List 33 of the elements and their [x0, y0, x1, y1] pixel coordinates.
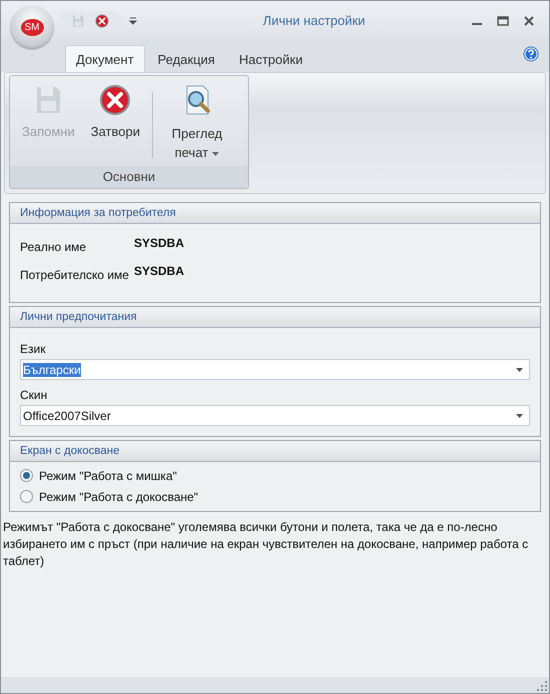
group-label: Основни: [10, 166, 248, 188]
field-label: Реално име: [20, 239, 88, 254]
field-label: Потребителско име: [20, 267, 130, 282]
ribbon-tab[interactable]: Настройки: [228, 45, 314, 72]
field-value: SYSDBA: [134, 236, 184, 252]
dropdown-field[interactable]: Български: [20, 359, 530, 380]
close-button[interactable]: [95, 14, 109, 28]
help-icon[interactable]: [523, 46, 539, 62]
section-header: Информация за потребителя: [10, 203, 540, 224]
section-header: Лични предпочитания: [10, 307, 540, 328]
description-text: Режимът "Работа с докосване" уголемява всички бутони и полета, така че да е по-лесно избирането им с пръст (при наличие на екран чувствителен на докосване, например работа с таблет): [3, 519, 530, 570]
customize-menu-icon[interactable]: [129, 16, 137, 24]
resize-grip-icon[interactable]: [537, 681, 547, 691]
close-icon: [95, 14, 109, 28]
dropdown-field[interactable]: Office2007Silver: [20, 405, 530, 426]
window-title: Лични настройки: [262, 13, 366, 28]
dropdown-arrow-icon: [516, 414, 523, 418]
close-button[interactable]: Затвори: [82, 82, 148, 141]
ribbon-tab[interactable]: Редакция: [146, 45, 226, 72]
close-icon: [99, 84, 132, 116]
radio-option[interactable]: Режим "Работа с докосване": [20, 486, 530, 507]
close-icon[interactable]: [523, 14, 535, 26]
dropdown-arrow-icon: [516, 368, 523, 372]
radio-button[interactable]: [20, 469, 33, 482]
radio-option[interactable]: Режим "Работа с мишка": [20, 465, 530, 486]
print-preview-button[interactable]: Преглед печат: [156, 82, 237, 164]
radio-button[interactable]: [20, 490, 33, 503]
field-value: SYSDBA: [134, 264, 184, 280]
ribbon-tab[interactable]: Документ: [65, 45, 145, 72]
field-label: Език: [20, 342, 46, 356]
field-label: Скин: [20, 388, 48, 402]
maximize-icon[interactable]: [497, 14, 509, 26]
section-header: Екран с докосване: [10, 441, 540, 462]
